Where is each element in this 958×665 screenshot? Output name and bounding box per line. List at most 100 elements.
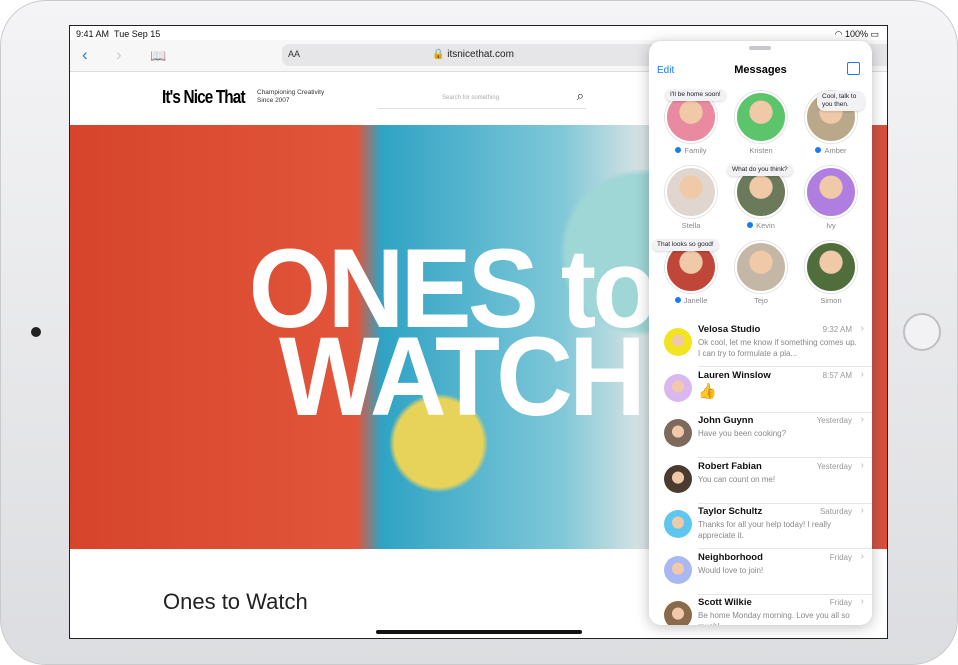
message-preview: Be home Monday morning. Love you all so … [698,611,850,625]
pin-label: Janelle [683,296,708,305]
article-title[interactable]: Ones to Watch [163,589,308,615]
message-preview: Would love to join! [698,565,764,575]
home-indicator[interactable] [376,630,582,634]
avatar [805,166,857,218]
message-preview: You can count on me! [698,474,776,484]
battery-icon: ▭ [870,29,879,39]
pin-label: Kevin [756,221,775,230]
chevron-right-icon: › [860,550,864,562]
avatar [735,241,787,293]
compose-icon[interactable] [847,62,860,75]
conversation-row[interactable]: Velosa Studio 9:32 AM › Ok cool, let me … [649,322,872,367]
pin-name: Kevin [726,221,796,230]
conversation-row[interactable]: Scott Wilkie Friday › Be home Monday mor… [649,595,872,625]
pin-label: Family [684,146,707,155]
contact-name: Taylor Schultz [698,506,763,517]
avatar [805,241,857,293]
chevron-right-icon: › [860,505,864,516]
unread-dot [674,297,681,303]
pin-label: Stella [681,221,701,230]
pin-name: Amber [796,146,866,155]
pin-name: Stella [656,221,726,230]
pin-name: Kristen [726,146,796,155]
conversation-row[interactable]: John Guynn Yesterday › Have you been coo… [649,413,872,458]
pin-bubble: What do you think? [727,164,793,176]
unread-dot [815,147,822,153]
conversation-row[interactable]: Neighborhood Friday › Would love to join… [649,550,872,595]
pinned-ivy[interactable]: Ivy [796,166,866,230]
camera [31,327,41,337]
forward-icon[interactable]: › [116,45,122,65]
avatar [664,510,692,538]
message-preview: Thanks for all your help today! I really… [698,520,831,540]
avatar [664,464,692,493]
pin-name: Janelle [656,296,726,305]
pin-label: Simon [820,296,842,305]
message-preview: Ok cool, let me know if something comes … [698,338,857,358]
status-date: Tue Sep 15 [114,29,161,39]
battery-level: 100% [844,29,868,39]
pin-bubble: Cool, talk to you then. [817,91,865,111]
search-placeholder: Search for something [442,95,500,101]
pinned-simon[interactable]: Simon [796,241,866,305]
conversation-row[interactable]: Lauren Winslow 8:57 AM › 👍 [649,368,872,413]
avatar [664,555,692,584]
pin-label: Ivy [826,221,836,230]
pin-name: Ivy [796,221,866,230]
url-text: itsnicethat.com [447,49,514,60]
pin-label: Amber [824,146,847,155]
site-logo[interactable]: It's Nice That [162,87,246,108]
home-button[interactable] [903,313,941,351]
timestamp: 9:32 AM [822,325,852,334]
status-time: 9:41 AM [76,29,110,39]
pin-label: Tejo [754,296,768,305]
pin-label: Kristen [749,146,773,155]
avatar [665,166,717,218]
timestamp: Friday [829,598,852,607]
chevron-right-icon: › [860,414,864,425]
avatar [735,91,787,143]
timestamp: Yesterday [816,416,852,425]
status-bar-right: ◠ 100% ▭ [835,29,879,40]
bookmarks-icon[interactable]: 📖 [150,48,166,64]
messages-slide-over: Edit Messages Family I'll be home soon! Kr… [649,41,872,625]
chevron-right-icon: › [860,368,864,380]
lock-icon: 🔒 [432,49,445,60]
avatar [664,373,692,402]
timestamp: 8:57 AM [822,370,852,380]
conversation-row[interactable]: Robert Fabian Yesterday › You can count … [649,459,872,504]
pin-name: Simon [796,296,866,305]
conversation-row[interactable]: Taylor Schultz Saturday › Thanks for all… [649,504,872,549]
chevron-right-icon: › [860,596,864,607]
pinned-tejo[interactable]: Tejo [726,241,796,305]
grabber-handle[interactable] [749,46,771,50]
text-size-button[interactable]: AA [288,49,300,59]
hero-line-2: WATCH [279,314,646,439]
timestamp: Saturday [819,507,852,516]
avatar [664,419,692,447]
timestamp: Friday [829,552,852,562]
pinned-stella[interactable]: Stella [656,166,726,230]
tagline: Championing Creativity Since 2007 [257,89,357,105]
pin-bubble: I'll be home soon! [665,89,726,101]
search-icon[interactable]: ⌕ [577,88,584,104]
timestamp: Yesterday [816,461,852,471]
avatar [664,601,692,625]
message-preview: Have you been cooking? [698,429,787,438]
site-search[interactable]: Search for something ⌕ [378,86,586,109]
avatar [664,328,692,356]
chevron-right-icon: › [860,323,864,334]
chevron-right-icon: › [860,459,864,471]
contact-name: Velosa Studio [698,324,761,335]
wifi-icon: ◠ [834,29,843,39]
pin-bubble: That looks so good! [652,239,719,251]
messages-title: Messages [734,64,787,76]
message-preview: 👍 [698,382,717,400]
back-icon[interactable]: ‹ [82,45,88,65]
pinned-kristen[interactable]: Kristen [726,91,796,155]
unread-dot [747,222,754,228]
contact-name: John Guynn [698,415,754,426]
tagline-2: Since 2007 [257,97,290,104]
contact-name: Scott Wilkie [698,597,752,608]
hero-text: ONES to WATCH [249,233,658,439]
